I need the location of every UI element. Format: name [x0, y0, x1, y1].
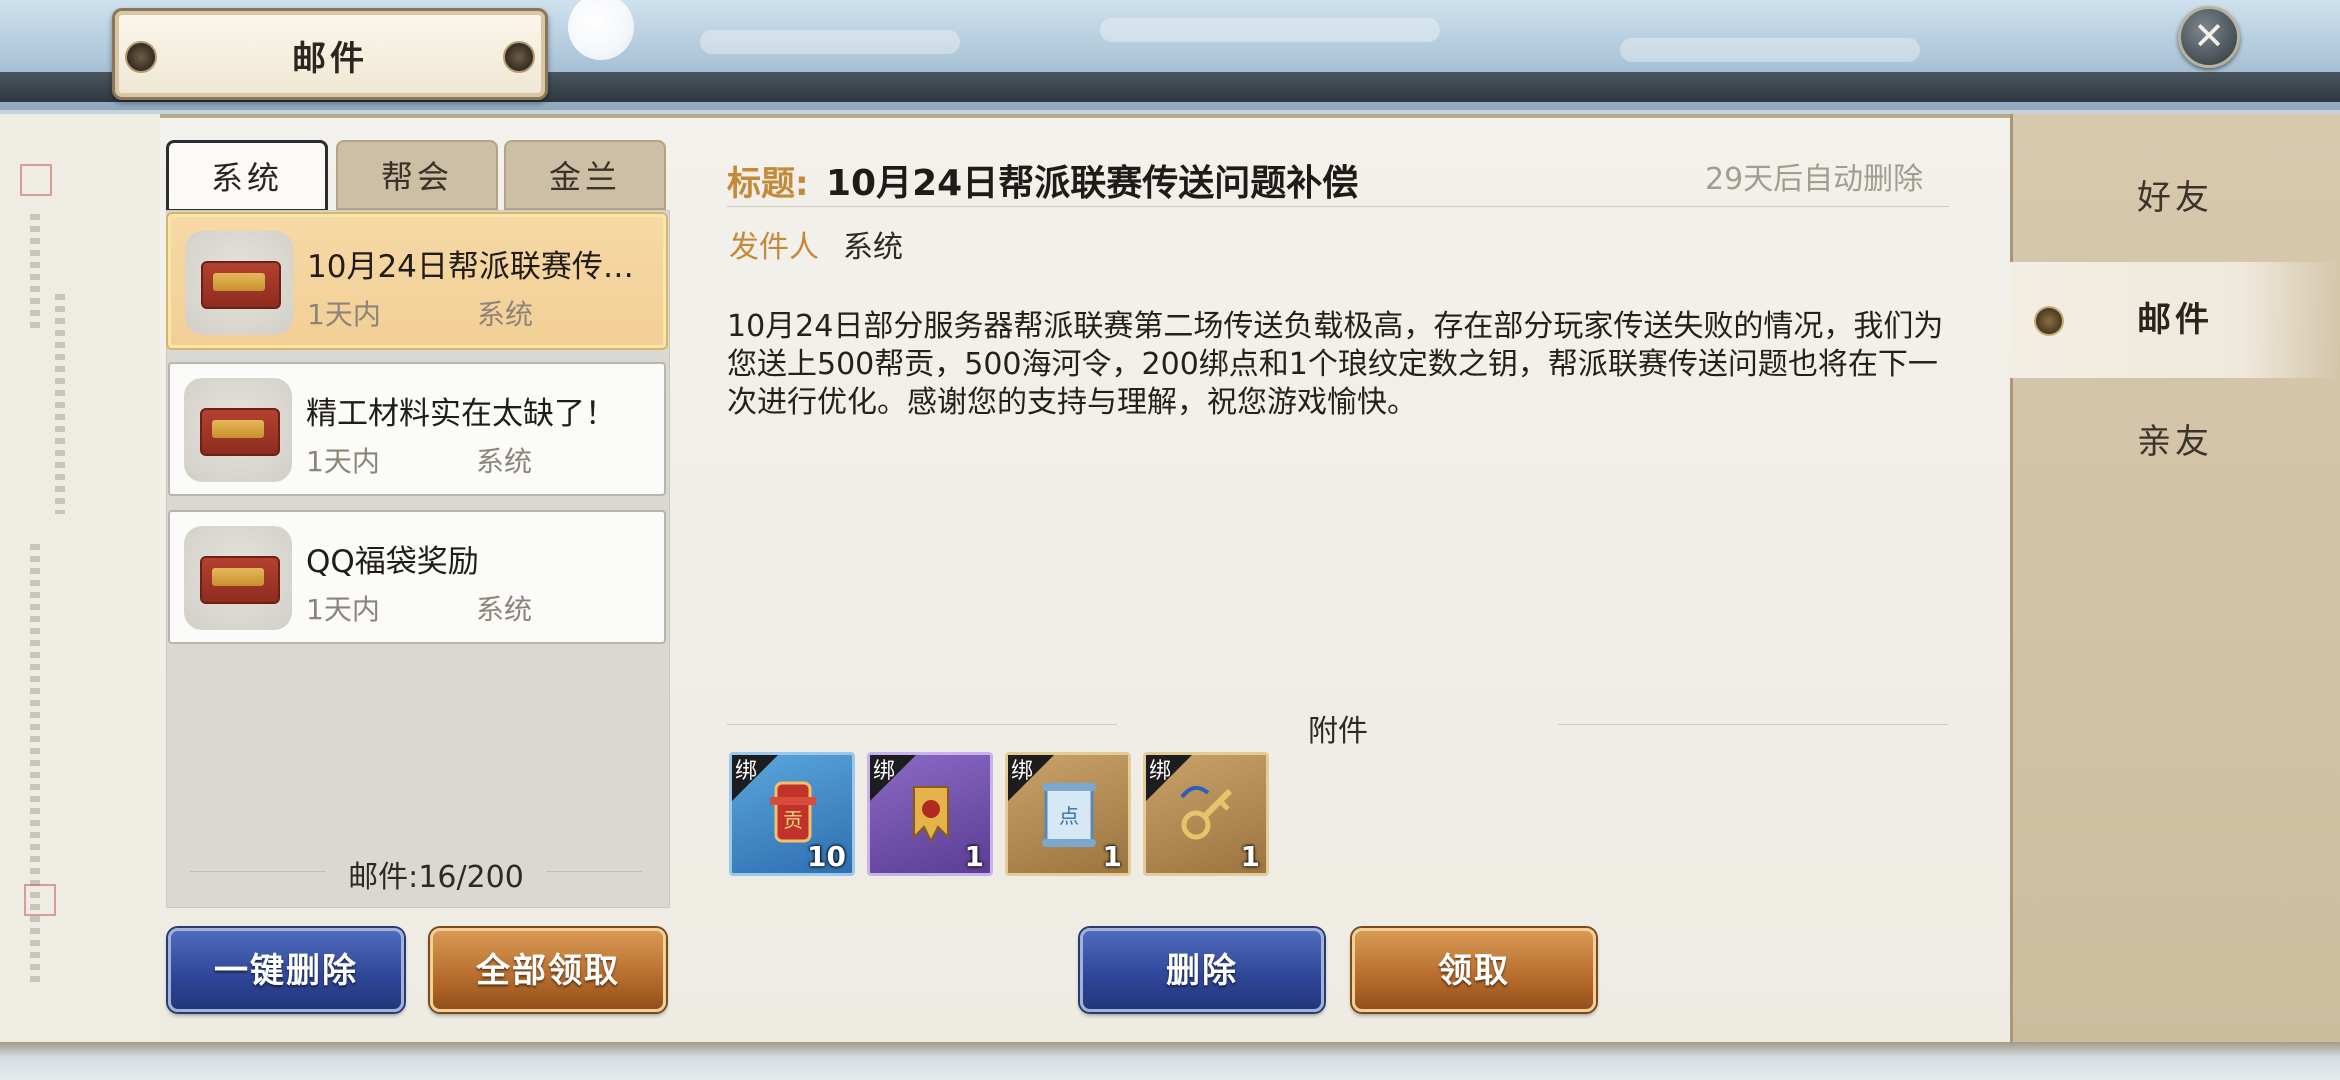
treasure-chest-icon: [184, 526, 292, 630]
seal-stamp-icon: [24, 884, 56, 916]
mail-list-item[interactable]: 10月24日帮派联赛传送问题补偿 1天内 系统: [168, 214, 666, 348]
moon-decoration: [568, 0, 634, 60]
mail-detail-title: 10月24日帮派联赛传送问题补偿: [826, 163, 1359, 204]
mail-time: 1天内: [307, 298, 381, 331]
bound-label: 绑: [873, 759, 896, 784]
cloud-decoration: [1620, 38, 1920, 62]
svg-text:贡: 贡: [783, 808, 803, 832]
mail-subject: 10月24日帮派联赛传送问题补偿: [307, 249, 657, 285]
active-indicator-icon: [2034, 306, 2064, 336]
svg-text:点: 点: [1059, 804, 1079, 828]
treasure-chest-icon: [185, 231, 293, 335]
gold-token-icon[interactable]: 绑 1: [867, 752, 993, 876]
mail-body: 10月24日部分服务器帮派联赛第二场传送负载极高，存在部分玩家传送失败的情况，我…: [727, 309, 1944, 420]
item-quantity: 1: [964, 840, 984, 873]
calligraphy-strip: [0, 114, 160, 1042]
tab-guild[interactable]: 帮会: [336, 140, 498, 210]
divider: [727, 724, 1117, 725]
item-quantity: 1: [1102, 840, 1122, 873]
calligraphy-decoration: [30, 214, 40, 334]
delete-all-button[interactable]: 一键删除: [168, 928, 404, 1012]
points-scroll-icon[interactable]: 点 绑 1: [1005, 752, 1131, 876]
side-tab-label: 亲友: [2137, 422, 2213, 462]
calligraphy-decoration: [55, 294, 65, 514]
divider: [727, 206, 1949, 207]
cloud-decoration: [700, 30, 960, 54]
mail-subject: QQ福袋奖励: [306, 544, 479, 580]
side-tab-friends[interactable]: 好友: [2010, 140, 2340, 256]
side-tab-mail[interactable]: 邮件: [2010, 262, 2340, 378]
side-tab-relatives[interactable]: 亲友: [2010, 384, 2340, 500]
mail-time: 1天内: [306, 445, 380, 478]
mail-from: 系统: [476, 445, 533, 478]
tab-system[interactable]: 系统: [166, 140, 328, 212]
tab-sworn[interactable]: 金兰: [504, 140, 666, 210]
window-title: 邮件: [292, 39, 368, 79]
bound-label: 绑: [735, 759, 758, 784]
side-tab-label: 邮件: [2137, 300, 2213, 340]
ornament-knot-icon: [503, 41, 535, 73]
sender-name: 系统: [843, 230, 903, 265]
mail-time: 1天内: [306, 593, 380, 626]
treasure-chest-icon: [184, 378, 292, 482]
mail-subject: 精工材料实在太缺了！: [306, 396, 616, 432]
claim-button[interactable]: 领取: [1352, 928, 1596, 1012]
seal-stamp-icon: [20, 164, 52, 196]
bottom-band: [0, 1042, 2340, 1080]
item-quantity: 10: [807, 840, 846, 873]
claim-all-button[interactable]: 全部领取: [430, 928, 666, 1012]
delete-button[interactable]: 删除: [1080, 928, 1324, 1012]
attachments-label: 附件: [1308, 714, 1368, 749]
mail-list-item[interactable]: 精工材料实在太缺了！ 1天内 系统: [168, 362, 666, 496]
close-icon[interactable]: ✕: [2178, 6, 2240, 68]
sender-label: 发件人: [729, 230, 819, 265]
side-tab-label: 好友: [2137, 178, 2213, 218]
auto-delete-notice: 29天后自动删除: [1705, 162, 1924, 197]
mail-list-item[interactable]: QQ福袋奖励 1天内 系统: [168, 510, 666, 644]
mail-from: 系统: [477, 298, 534, 331]
mail-from: 系统: [476, 593, 533, 626]
golden-key-icon[interactable]: 绑 1: [1143, 752, 1269, 876]
window-title-plaque: 邮件: [112, 8, 548, 100]
mail-count: 邮件:16/200: [326, 852, 546, 896]
subject-label: 标题:: [727, 164, 809, 204]
divider: [1558, 724, 1948, 725]
item-quantity: 1: [1240, 840, 1260, 873]
contribution-token-icon[interactable]: 贡 绑 10: [729, 752, 855, 876]
calligraphy-decoration: [30, 544, 40, 984]
bound-label: 绑: [1149, 759, 1172, 784]
cloud-decoration: [1100, 18, 1440, 42]
bound-label: 绑: [1011, 759, 1034, 784]
